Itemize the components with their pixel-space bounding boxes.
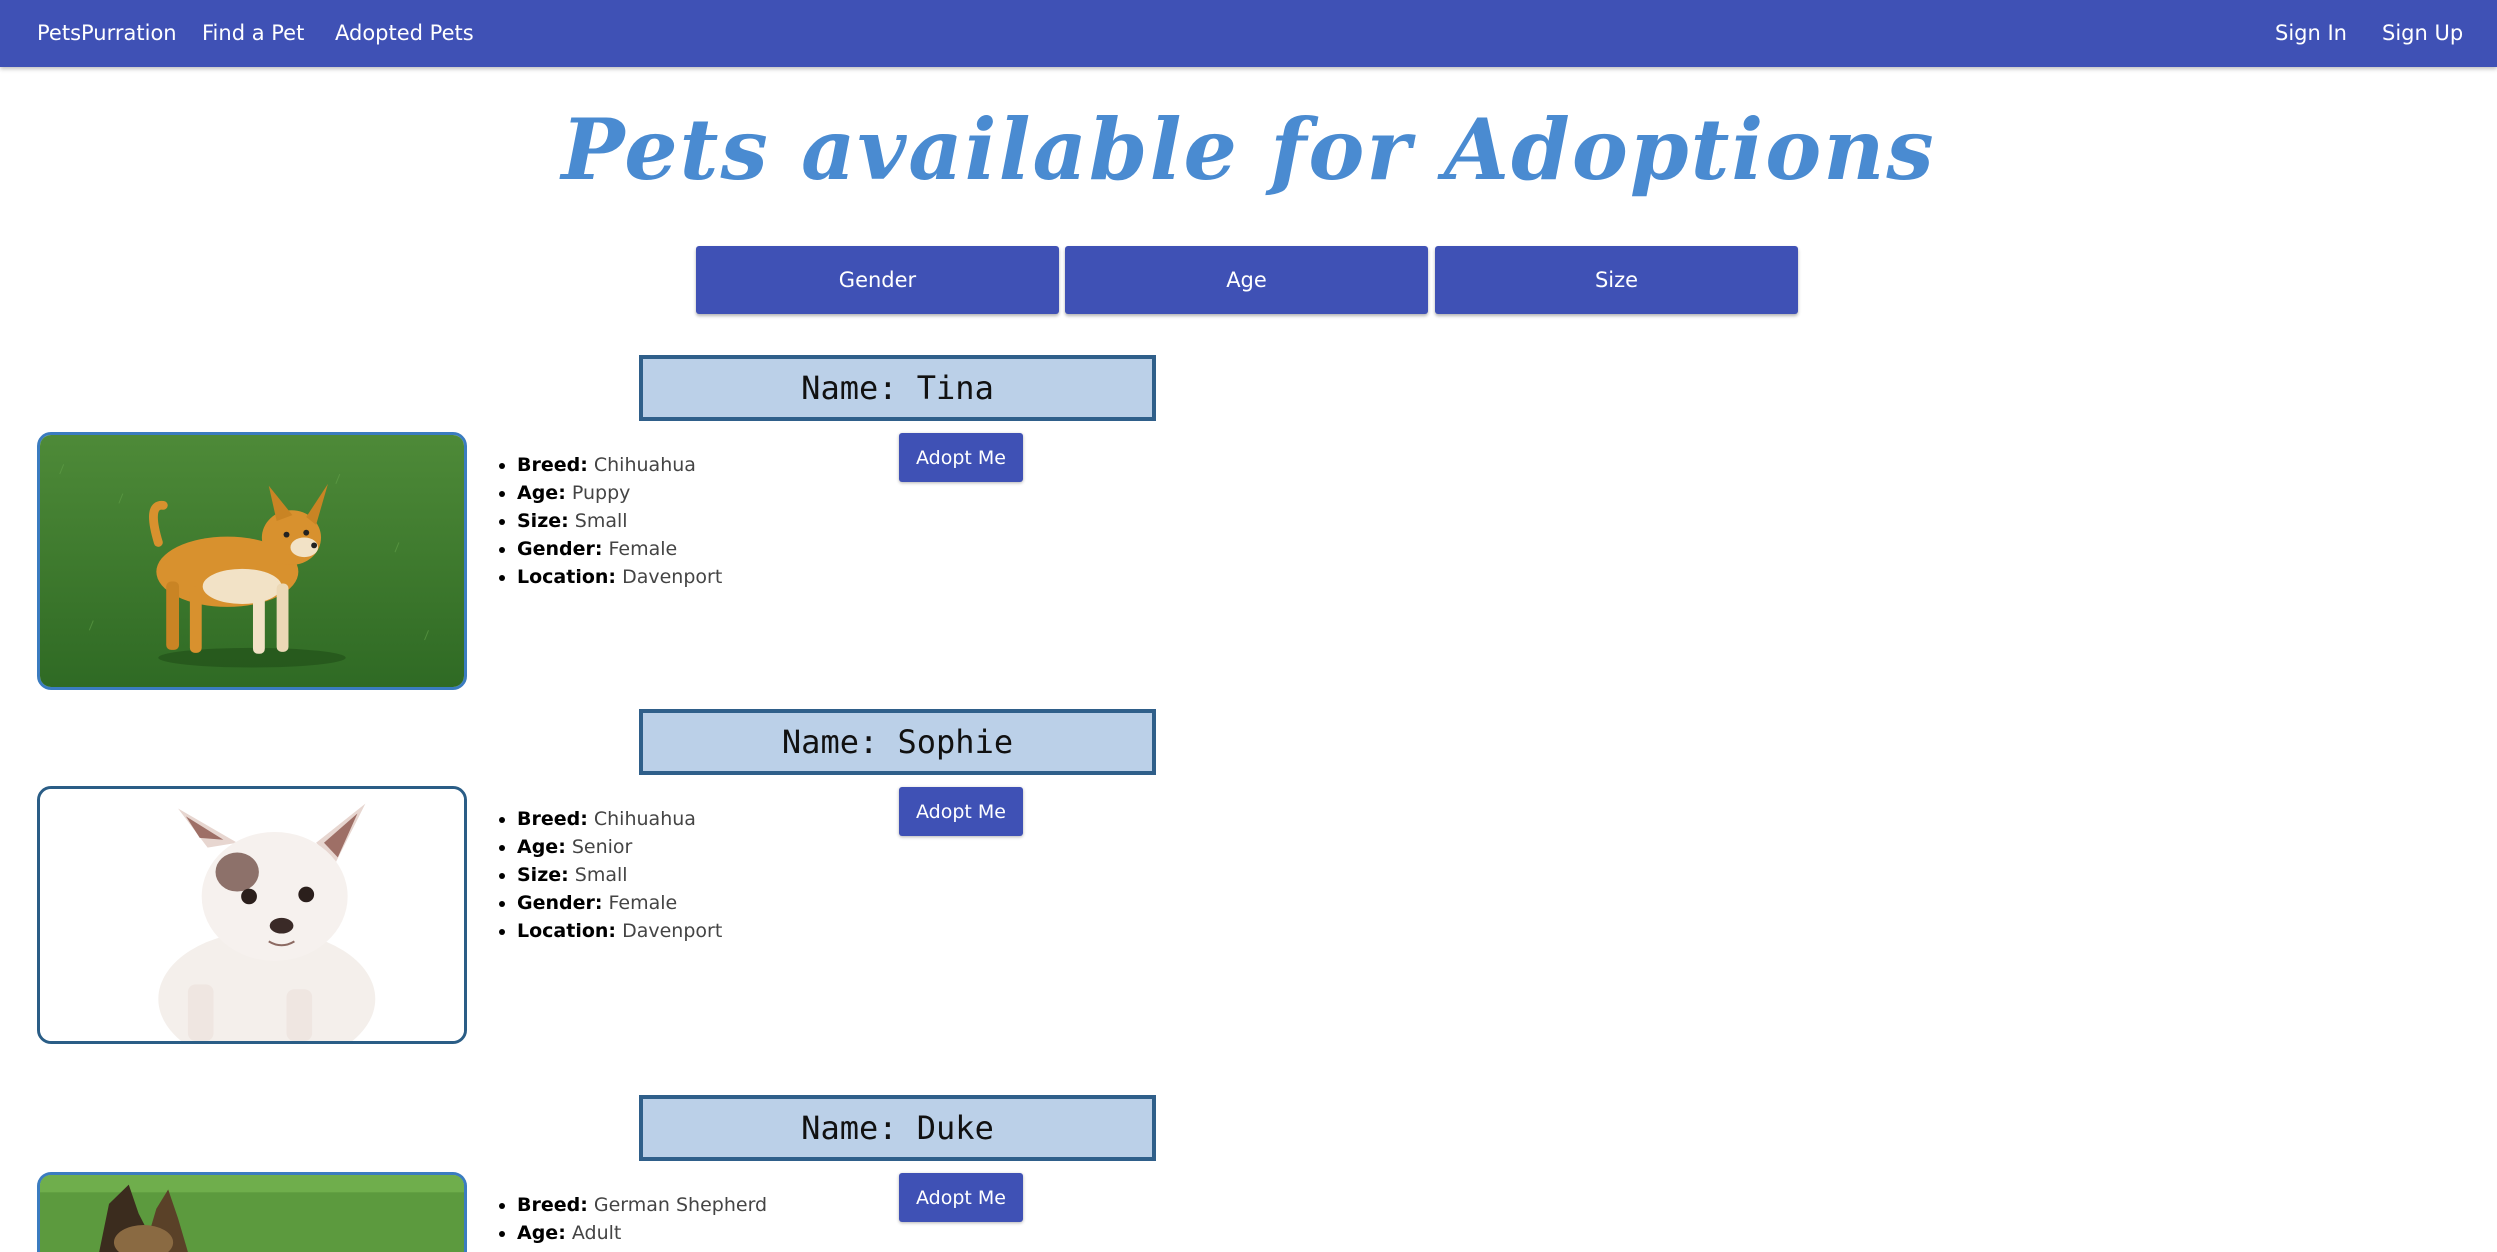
pet-photo-duke — [37, 1172, 467, 1252]
detail-location: Location: Davenport — [517, 917, 722, 945]
detail-age: Age: Adult — [517, 1219, 767, 1247]
adopt-me-button[interactable]: Adopt Me — [899, 787, 1023, 836]
size-filter-button[interactable]: Size — [1435, 246, 1798, 314]
detail-size: Size: Small — [517, 861, 722, 889]
pet-details-list: Breed: Chihuahua Age: Senior Size: Small… — [498, 805, 722, 945]
age-filter-button[interactable]: Age — [1065, 246, 1428, 314]
pet-details-list: Breed: German Shepherd Age: Adult — [498, 1191, 767, 1247]
nav-find-a-pet[interactable]: Find a Pet — [202, 20, 304, 46]
detail-size: Size: Small — [517, 507, 722, 535]
detail-gender: Gender: Female — [517, 889, 722, 917]
pet-name-heading: Name: Duke — [639, 1095, 1156, 1161]
pet-name-heading: Name: Sophie — [639, 709, 1156, 775]
pet-photo-tina — [37, 432, 467, 690]
adopt-me-button[interactable]: Adopt Me — [899, 433, 1023, 482]
adopt-me-button[interactable]: Adopt Me — [899, 1173, 1023, 1222]
nav-sign-up[interactable]: Sign Up — [2382, 20, 2463, 46]
pet-card-tina: Name: Tina • Breed: Chihuahua • Age: Pup… — [0, 355, 1300, 705]
page-title: Pets available for Adoptions — [561, 100, 1936, 199]
detail-gender: Gender: Female — [517, 535, 722, 563]
nav-adopted-pets[interactable]: Adopted Pets — [335, 20, 474, 46]
pet-photo-sophie — [37, 786, 467, 1044]
detail-location: Location: Davenport — [517, 563, 722, 591]
pet-details-list: Breed: Chihuahua Age: Puppy Size: Small … — [498, 451, 722, 591]
nav-sign-in[interactable]: Sign In — [2275, 20, 2347, 46]
pet-card-sophie: Name: Sophie Breed: Chihuahua Age: Senio… — [0, 709, 1300, 1059]
pet-card-duke: Name: Duke Breed: German Shepherd Age: A… — [0, 1095, 1300, 1252]
pet-name-heading: Name: Tina — [639, 355, 1156, 421]
detail-breed: Breed: Chihuahua — [517, 805, 722, 833]
detail-age: Age: Puppy — [517, 479, 722, 507]
detail-breed: Breed: German Shepherd — [517, 1191, 767, 1219]
brand-link[interactable]: PetsPurration — [37, 20, 177, 46]
top-navbar: PetsPurration Find a Pet Adopted Pets Si… — [0, 0, 2497, 67]
gender-filter-button[interactable]: Gender — [696, 246, 1059, 314]
detail-breed: Breed: Chihuahua — [517, 451, 722, 479]
detail-age: Age: Senior — [517, 833, 722, 861]
